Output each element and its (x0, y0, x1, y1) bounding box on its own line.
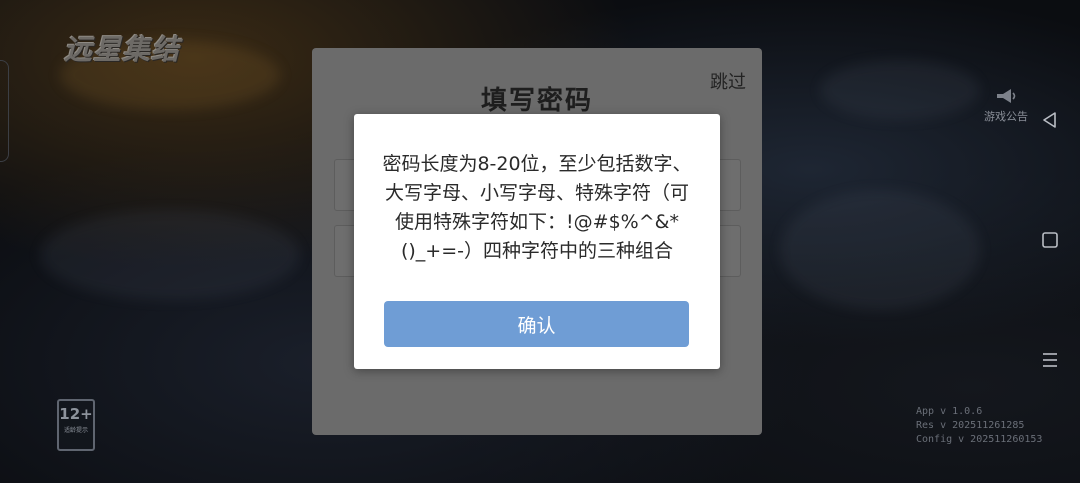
triangle-back-icon (1043, 112, 1056, 128)
back-button[interactable] (1036, 106, 1064, 134)
version-info: App v 1.0.6 Res v 202511261285 Config v … (916, 405, 1042, 447)
edge-handle[interactable] (0, 60, 9, 162)
game-screen: 远星集结 游戏公告 12+ 适龄提示 App v 1.0.6 Res v 202… (0, 0, 1080, 483)
alert-message: 密码长度为8-20位，至少包括数字、大写字母、小写字母、特殊字符（可使用特殊字符… (382, 153, 692, 262)
app-version: App v 1.0.6 (916, 406, 983, 417)
config-version: Config v 202511260153 (916, 434, 1043, 445)
recent-apps-button[interactable] (1036, 346, 1064, 374)
age-rating-badge: 12+ 适龄提示 (57, 399, 95, 451)
square-home-icon (1042, 232, 1058, 248)
skip-button[interactable]: 跳过 (710, 68, 746, 94)
confirm-button[interactable]: 确认 (384, 301, 689, 347)
hamburger-menu-icon (1043, 353, 1057, 367)
background-decoration (820, 60, 980, 120)
megaphone-icon (997, 89, 1016, 103)
alert-dialog: 密码长度为8-20位，至少包括数字、大写字母、小写字母、特殊字符（可使用特殊字符… (354, 114, 720, 369)
announcement-label: 游戏公告 (984, 110, 1028, 123)
age-rating-subtext: 适龄提示 (63, 427, 88, 434)
home-button[interactable] (1036, 226, 1064, 254)
panel-title: 填写密码 (480, 86, 593, 116)
age-rating-value: 12+ (59, 405, 93, 423)
announcement-button[interactable]: 游戏公告 (978, 88, 1034, 124)
res-version: Res v 202511261285 (916, 420, 1025, 431)
background-decoration (40, 210, 300, 300)
game-logo: 远星集结 (64, 33, 181, 66)
background-decoration (780, 190, 980, 310)
